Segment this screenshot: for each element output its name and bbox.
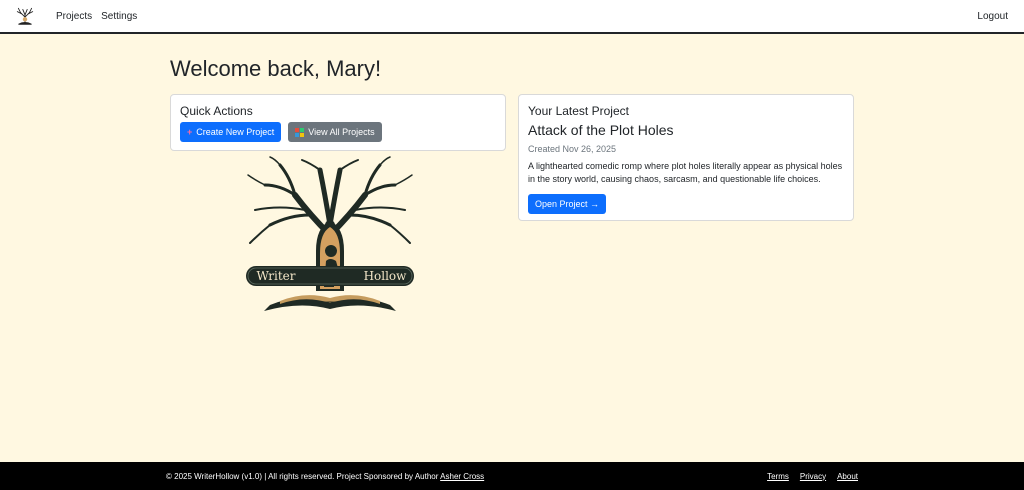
create-new-project-button[interactable]: + Create New Project bbox=[180, 122, 282, 142]
footer-link-about[interactable]: About bbox=[837, 472, 858, 481]
view-all-projects-button[interactable]: View All Projects bbox=[288, 122, 382, 142]
footer-copyright: © 2025 WriterHollow (v1.0) | All rights … bbox=[166, 472, 484, 481]
latest-project-card: Your Latest Project Attack of the Plot H… bbox=[518, 94, 854, 221]
nav-link-settings[interactable]: Settings bbox=[101, 11, 137, 22]
latest-project-description: A lighthearted comedic romp where plot h… bbox=[528, 161, 843, 184]
quick-actions-card: Quick Actions + Create New Project View … bbox=[170, 94, 506, 151]
logout-link[interactable]: Logout bbox=[977, 11, 1008, 22]
logo-text-hollow: Hollow bbox=[364, 269, 408, 283]
footer-link-terms[interactable]: Terms bbox=[767, 472, 789, 481]
quick-actions-title: Quick Actions bbox=[180, 104, 253, 118]
writer-hollow-logo: Writer Hollow bbox=[246, 156, 414, 311]
top-navbar: Projects Settings Logout bbox=[0, 0, 1024, 34]
view-all-projects-label: View All Projects bbox=[308, 127, 375, 137]
nav-link-projects[interactable]: Projects bbox=[56, 11, 92, 22]
latest-project-name: Attack of the Plot Holes bbox=[528, 122, 674, 138]
footer-link-privacy[interactable]: Privacy bbox=[800, 472, 826, 481]
plus-icon: + bbox=[187, 127, 193, 137]
footer-author-link[interactable]: Asher Cross bbox=[440, 472, 484, 481]
page-title: Welcome back, Mary! bbox=[170, 56, 382, 81]
create-new-project-label: Create New Project bbox=[196, 127, 275, 137]
open-project-button[interactable]: Open Project → bbox=[528, 194, 607, 214]
latest-project-date: Created Nov 26, 2025 bbox=[528, 144, 617, 154]
page-footer: © 2025 WriterHollow (v1.0) | All rights … bbox=[0, 462, 1024, 490]
tree-logo-icon[interactable] bbox=[14, 5, 36, 27]
footer-copyright-text: © 2025 WriterHollow (v1.0) | All rights … bbox=[166, 471, 441, 481]
quick-actions-buttons: + Create New Project View All Projects bbox=[180, 122, 496, 142]
latest-project-heading: Your Latest Project bbox=[528, 104, 629, 118]
books-icon bbox=[295, 127, 305, 137]
logo-text-writer: Writer bbox=[256, 269, 295, 283]
